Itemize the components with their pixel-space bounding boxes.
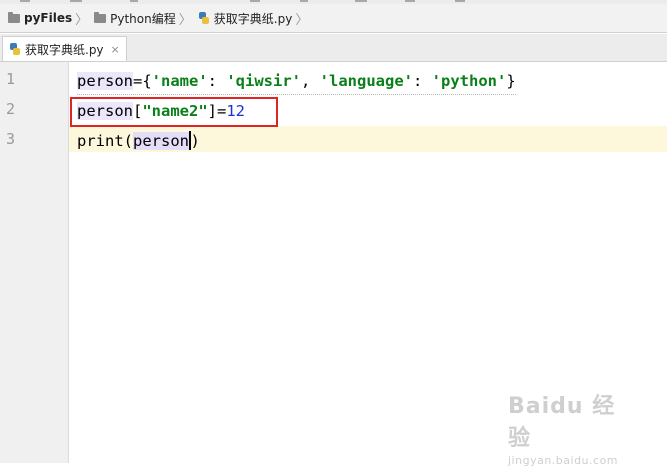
watermark: Baidu 经验 jingyan.baidu.com bbox=[508, 388, 638, 467]
breadcrumb-item-pyfiles[interactable]: pyFiles bbox=[8, 4, 72, 32]
line-number: 1 bbox=[6, 70, 16, 88]
chevron-right-icon: 〉 bbox=[178, 12, 192, 28]
token: : bbox=[207, 72, 227, 90]
token: : bbox=[413, 72, 432, 90]
breadcrumb-item-file[interactable]: 获取字典纸.py bbox=[198, 4, 293, 32]
token-string: 'name' bbox=[151, 72, 208, 90]
python-file-icon bbox=[9, 43, 21, 55]
token: ={ bbox=[133, 72, 152, 90]
token-string: 'language' bbox=[319, 72, 413, 90]
breadcrumb: pyFiles 〉 Python编程 〉 获取字典纸.py 〉 bbox=[0, 4, 667, 33]
folder-icon bbox=[94, 11, 107, 23]
breadcrumb-label: pyFiles bbox=[24, 11, 73, 25]
breadcrumb-label: Python编程 bbox=[110, 11, 176, 26]
token: ) bbox=[190, 132, 200, 150]
token-string: 'python' bbox=[431, 72, 507, 90]
annotation-highlight-box bbox=[70, 97, 278, 127]
code-line-1: person={'name': 'qiwsir', 'language': 'p… bbox=[77, 68, 516, 95]
token: , bbox=[301, 72, 320, 90]
folder-icon bbox=[8, 11, 20, 23]
token: print( bbox=[77, 132, 133, 150]
line-number: 3 bbox=[6, 130, 16, 148]
breadcrumb-item-python[interactable]: Python编程 bbox=[94, 4, 176, 32]
breadcrumb-label: 获取字典纸.py bbox=[213, 11, 293, 26]
watermark-logo: Baidu 经验 bbox=[508, 394, 616, 451]
token: person bbox=[77, 72, 133, 90]
token: person bbox=[133, 132, 189, 150]
python-file-icon bbox=[198, 12, 210, 24]
chevron-right-icon: 〉 bbox=[295, 12, 309, 28]
line-number-gutter: 1 2 3 bbox=[0, 62, 69, 463]
chevron-right-icon: 〉 bbox=[75, 12, 89, 28]
close-icon[interactable]: × bbox=[111, 43, 120, 56]
token: } bbox=[506, 72, 516, 90]
tab-label: 获取字典纸.py bbox=[25, 42, 104, 57]
line-number: 2 bbox=[6, 100, 16, 118]
code-line-3: print(person) bbox=[77, 128, 200, 154]
token-string: 'qiwsir' bbox=[226, 72, 301, 90]
tab-file[interactable]: 获取字典纸.py × bbox=[2, 36, 127, 61]
watermark-url: jingyan.baidu.com bbox=[508, 454, 619, 467]
editor-tab-bar: 获取字典纸.py × bbox=[0, 34, 667, 62]
